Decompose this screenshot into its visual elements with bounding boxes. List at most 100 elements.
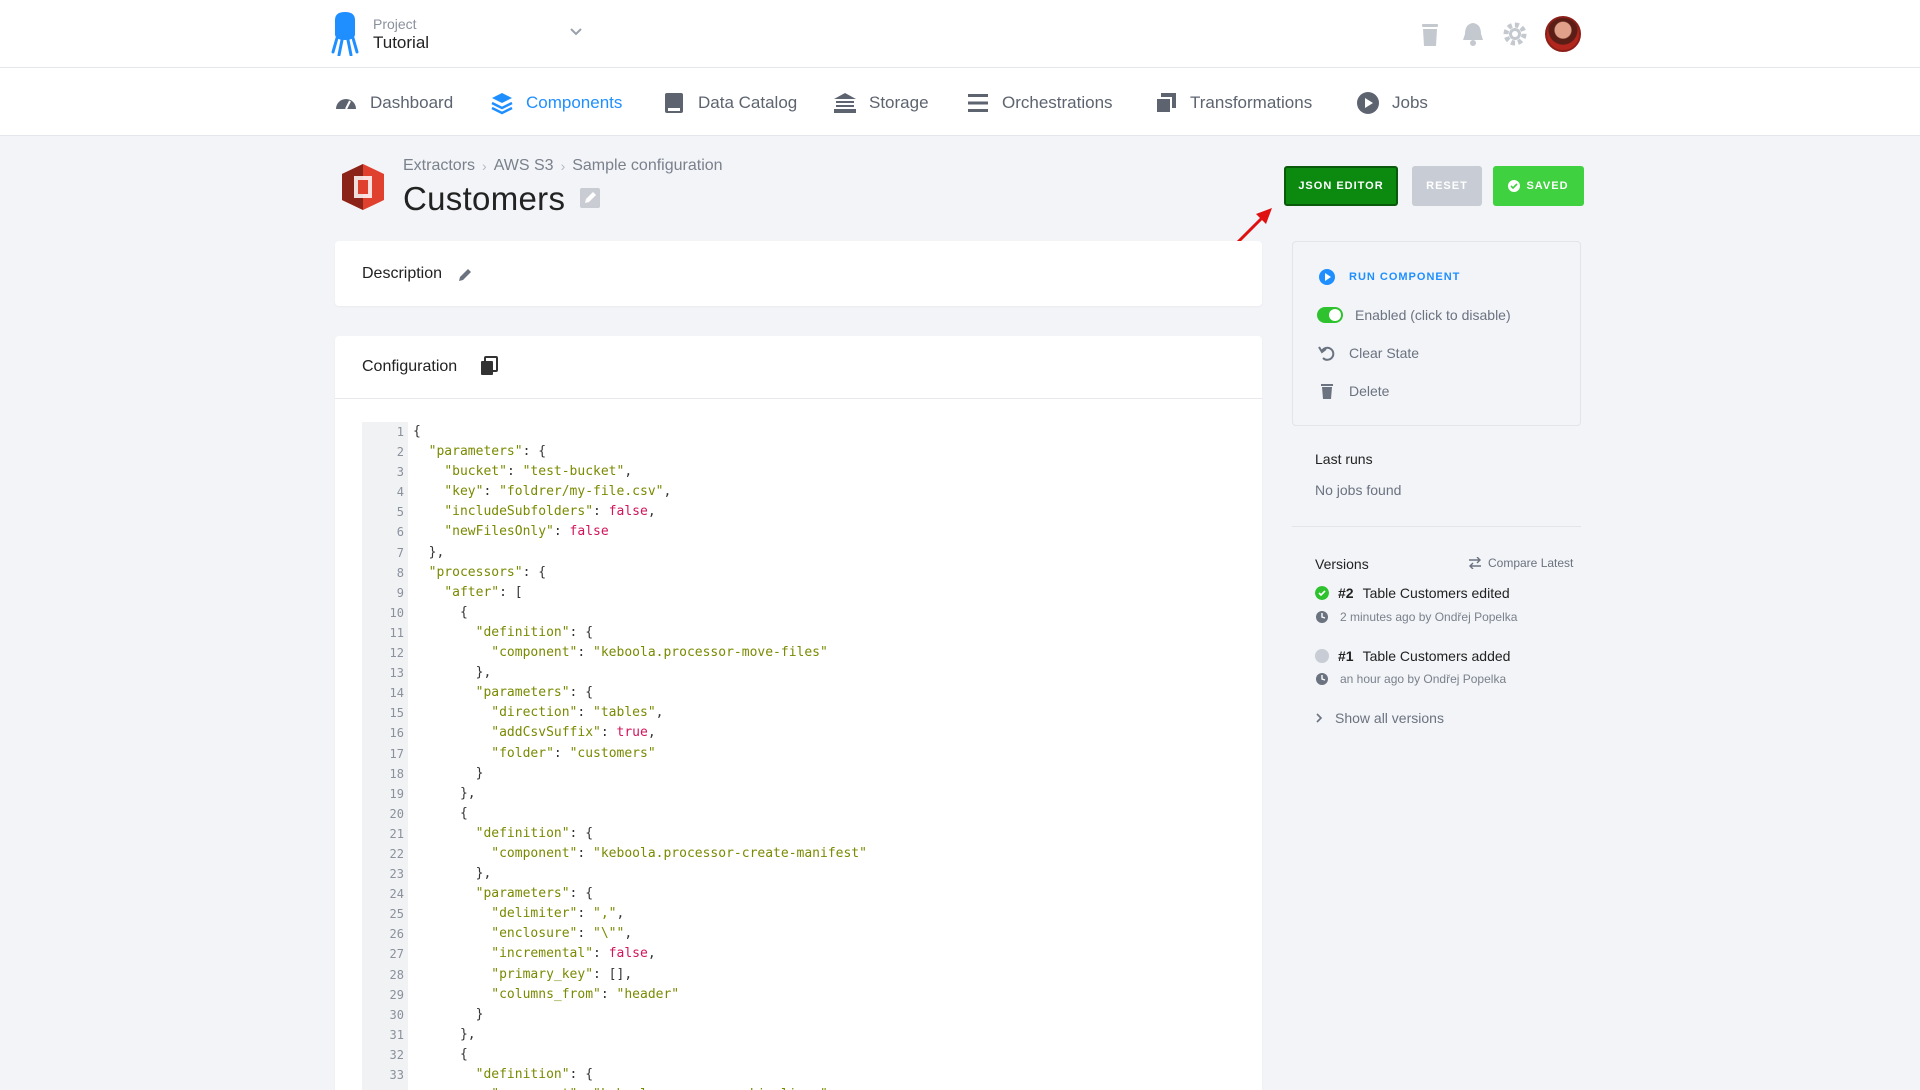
nav-item-label: Dashboard xyxy=(370,93,454,112)
json-editor-button[interactable]: JSON EDITOR xyxy=(1284,166,1398,206)
code-line: 20 { xyxy=(362,804,1232,824)
code-text: "component": "keboola.processor-move-fil… xyxy=(491,645,828,661)
project-label: Project xyxy=(373,16,417,32)
keboola-logo[interactable] xyxy=(331,12,359,56)
code-text: "delimiter": ",", xyxy=(491,906,625,922)
code-line: 27 "incremental": false, xyxy=(362,944,1232,964)
saved-button[interactable]: SAVED xyxy=(1493,166,1584,206)
line-number: 22 xyxy=(389,846,404,861)
nav-item-components[interactable]: Components xyxy=(490,90,622,116)
enabled-label: Enabled (click to disable) xyxy=(1355,307,1511,323)
code-text: { xyxy=(413,604,468,620)
nav-item-label: Jobs xyxy=(1392,93,1428,112)
code-line: 6 "newFilesOnly": false xyxy=(362,522,1232,542)
avatar[interactable] xyxy=(1545,16,1581,52)
trash-icon[interactable] xyxy=(1416,20,1444,48)
play-circle-icon xyxy=(1319,269,1335,285)
line-number: 17 xyxy=(389,746,404,761)
version-meta: an hour ago by Ondřej Popelka xyxy=(1315,672,1506,686)
code-text: "includeSubfolders": false, xyxy=(444,504,656,520)
code-text: }, xyxy=(413,544,445,560)
version-meta: 2 minutes ago by Ondřej Popelka xyxy=(1315,610,1517,624)
code-line: 10 { xyxy=(362,603,1232,623)
divider xyxy=(1292,526,1581,527)
code-text: "primary_key": [], xyxy=(491,966,633,982)
line-number: 13 xyxy=(389,666,404,681)
line-number: 26 xyxy=(389,927,404,942)
status-dot xyxy=(1315,649,1329,663)
line-number: 10 xyxy=(389,605,404,620)
nav-item-label: Transformations xyxy=(1190,93,1313,112)
code-line: 15 "direction": "tables", xyxy=(362,703,1232,723)
code-line: 4 "key": "foldrer/my-file.csv", xyxy=(362,482,1232,502)
version-item[interactable]: #1 Table Customers added xyxy=(1315,648,1510,664)
code-line: 21 "definition": { xyxy=(362,824,1232,844)
enabled-toggle[interactable]: Enabled (click to disable) xyxy=(1317,305,1511,325)
code-line: 7 }, xyxy=(362,543,1232,563)
code-line: 25 "delimiter": ",", xyxy=(362,904,1232,924)
nav-item-transformations[interactable]: Transformations xyxy=(1154,90,1312,116)
check-circle-icon xyxy=(1315,586,1329,600)
line-number: 18 xyxy=(389,766,404,781)
code-text: "parameters": { xyxy=(428,444,547,460)
json-code-editor[interactable]: 1{2 "parameters": {3 "bucket": "test-buc… xyxy=(362,422,1232,1090)
breadcrumb-item-extractors[interactable]: Extractors xyxy=(403,157,475,175)
nav-item-orchestrations[interactable]: Orchestrations xyxy=(966,90,1113,116)
code-text: }, xyxy=(413,665,492,681)
code-text: "direction": "tables", xyxy=(491,705,664,721)
code-text: "definition": { xyxy=(475,624,594,640)
show-all-versions-link[interactable]: Show all versions xyxy=(1315,710,1444,726)
toggle-switch[interactable] xyxy=(1317,307,1343,323)
line-number: 7 xyxy=(396,545,404,560)
gear-icon[interactable] xyxy=(1501,20,1529,48)
nav-item-jobs[interactable]: Jobs xyxy=(1356,90,1428,116)
components-icon xyxy=(491,93,513,115)
delete-label: Delete xyxy=(1349,383,1390,399)
line-number: 8 xyxy=(396,565,404,580)
breadcrumb-item-configuration[interactable]: Sample configuration xyxy=(572,157,722,175)
code-line: 13 }, xyxy=(362,663,1232,683)
clear-state-label: Clear State xyxy=(1349,345,1420,361)
project-name[interactable]: Tutorial xyxy=(373,33,429,53)
code-line: 12 "component": "keboola.processor-move-… xyxy=(362,643,1232,663)
main-nav: Dashboard Components Data Catalog Storag… xyxy=(0,68,1920,136)
code-text: "columns_from": "header" xyxy=(491,986,680,1002)
code-line: 23 }, xyxy=(362,864,1232,884)
storage-icon xyxy=(834,93,856,113)
nav-item-data-catalog[interactable]: Data Catalog xyxy=(662,90,797,116)
run-component-label: RUN COMPONENT xyxy=(1349,271,1461,283)
component-actions: RUN COMPONENT Enabled (click to disable)… xyxy=(1292,241,1581,426)
nav-item-dashboard[interactable]: Dashboard xyxy=(334,90,453,116)
code-line: 32 { xyxy=(362,1045,1232,1065)
code-line: 8 "processors": { xyxy=(362,563,1232,583)
code-line: 26 "enclosure": "\"", xyxy=(362,924,1232,944)
line-number: 34 xyxy=(362,1085,404,1090)
pencil-icon[interactable] xyxy=(457,267,473,283)
copy-icon[interactable] xyxy=(480,356,498,376)
reset-button[interactable]: RESET xyxy=(1412,166,1482,206)
edit-title-icon[interactable] xyxy=(580,188,600,208)
breadcrumb: Extractors › AWS S3 › Sample configurati… xyxy=(403,157,723,175)
code-line: 14 "parameters": { xyxy=(362,683,1232,703)
line-number: 32 xyxy=(389,1047,404,1062)
version-item[interactable]: #2 Table Customers edited xyxy=(1315,585,1510,601)
chevron-down-icon[interactable] xyxy=(568,24,584,40)
breadcrumb-separator: › xyxy=(560,158,566,174)
line-number: 19 xyxy=(389,786,404,801)
breadcrumb-item-aws-s3[interactable]: AWS S3 xyxy=(494,157,554,175)
version-number: #2 xyxy=(1338,585,1354,601)
jobs-icon xyxy=(1357,92,1379,114)
run-component-button[interactable]: RUN COMPONENT xyxy=(1317,267,1460,287)
code-text: }, xyxy=(413,785,476,801)
bell-icon[interactable] xyxy=(1459,20,1487,48)
code-text: "after": [ xyxy=(444,584,523,600)
clear-state-button[interactable]: Clear State xyxy=(1317,343,1419,363)
line-number: 2 xyxy=(396,445,404,460)
nav-item-storage[interactable]: Storage xyxy=(833,90,929,116)
delete-button[interactable]: Delete xyxy=(1317,381,1389,401)
code-line: 22 "component": "keboola.processor-creat… xyxy=(362,844,1232,864)
description-card: Description xyxy=(335,241,1262,306)
compare-latest-link[interactable]: Compare Latest xyxy=(1468,556,1573,570)
swap-icon xyxy=(1469,557,1481,569)
line-number: 14 xyxy=(389,686,404,701)
